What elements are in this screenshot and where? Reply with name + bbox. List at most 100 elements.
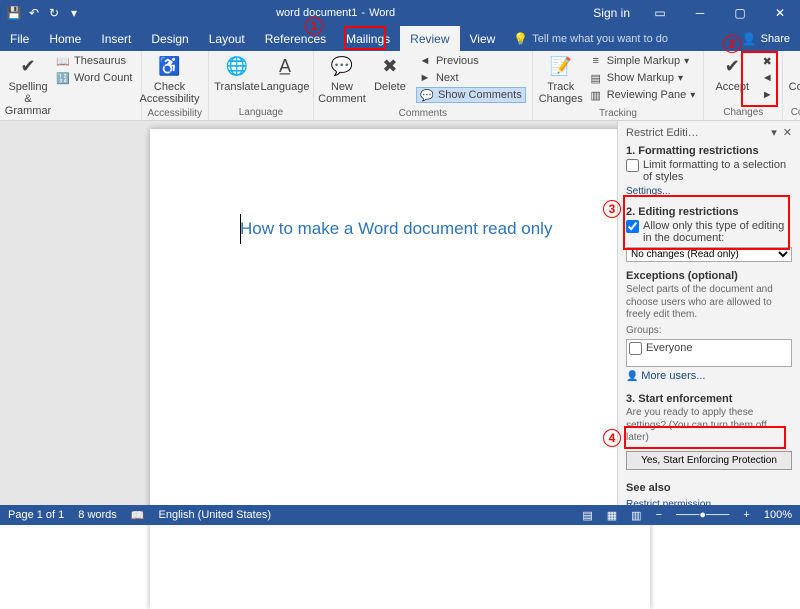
reject-button[interactable]: ✖ [758,53,776,69]
status-words[interactable]: 8 words [78,509,117,521]
prev-comment-button[interactable]: ◄Previous [416,53,526,69]
close-icon[interactable]: ✕ [760,0,800,26]
new-comment-button[interactable]: 💬NewComment [320,53,364,107]
formatting-restrictions-title: 1. Formatting restrictions [626,145,792,157]
pane-dropdown-icon[interactable]: ▾ [771,126,777,139]
pane-close-icon[interactable]: ✕ [783,126,792,139]
ribbon: ✔Spelling &Grammar 📖Thesaurus 🔢Word Coun… [0,51,800,121]
track-icon: 📝 [549,55,573,79]
signin-link[interactable]: Sign in [583,6,640,20]
tab-review[interactable]: Review [400,26,459,51]
ribbon-tabs: File Home Insert Design Layout Reference… [0,26,800,51]
zoom-level[interactable]: 100% [764,509,792,521]
check-accessibility-button[interactable]: ♿CheckAccessibility [148,53,192,107]
zoom-in-icon[interactable]: + [743,509,749,521]
view-web-icon[interactable]: ▥ [631,509,641,522]
compare-button[interactable]: ⇄Compare [789,53,800,95]
exceptions-text: Select parts of the document and choose … [626,284,792,322]
editing-restrictions-title: 2. Editing restrictions [626,206,792,218]
zoom-out-icon[interactable]: − [656,509,662,521]
group-compare: ⇄Compare Compare [783,51,800,120]
group-changes: ✔Accept ✖ ◄ ► Changes [704,51,783,120]
tab-home[interactable]: Home [39,26,91,51]
thesaurus-button[interactable]: 📖Thesaurus [54,53,135,69]
show-markup-button[interactable]: ▤Show Markup ▾ [587,70,698,86]
show-comments-button[interactable]: 💬Show Comments [416,87,526,103]
window-title: word document1 - Word [88,7,583,19]
undo-icon[interactable]: ↶ [26,5,42,21]
view-print-icon[interactable]: ▦ [607,509,617,522]
start-enforcement-title: 3. Start enforcement [626,393,792,405]
quick-access-toolbar: 💾 ↶ ↻ ▾ [0,5,88,21]
zoom-slider[interactable]: ───●─── [676,509,729,521]
next-change-button[interactable]: ► [758,87,776,103]
editing-type-select[interactable]: No changes (Read only) [626,247,792,262]
everyone-checkbox[interactable]: Everyone [629,342,789,355]
tell-me-search[interactable]: 💡 Tell me what you want to do [513,26,668,51]
doc-name: word document1 [276,7,357,19]
delete-comment-button[interactable]: ✖Delete [368,53,412,95]
spelling-button[interactable]: ✔Spelling &Grammar [6,53,50,119]
group-language: 🌐Translate A̲Language Language [209,51,314,120]
tab-mailings[interactable]: Mailings [336,26,400,51]
status-bar: Page 1 of 1 8 words 📖 English (United St… [0,505,800,525]
markup-dropdown[interactable]: ≡Simple Markup ▾ [587,53,698,69]
tab-insert[interactable]: Insert [91,26,141,51]
restrict-editing-pane: Restrict Editi… ▾ ✕ 1. Formatting restri… [617,121,800,505]
group-proofing: ✔Spelling &Grammar 📖Thesaurus 🔢Word Coun… [0,51,142,120]
next-change-icon: ► [760,88,774,102]
app-name: Word [369,7,395,19]
thesaurus-icon: 📖 [56,54,70,68]
wordcount-button[interactable]: 🔢Word Count [54,70,135,86]
accept-button[interactable]: ✔Accept [710,53,754,95]
prev-change-button[interactable]: ◄ [758,70,776,86]
tab-design[interactable]: Design [141,26,198,51]
accessibility-icon: ♿ [158,55,182,79]
document-page[interactable]: How to make a Word document read only [150,129,650,609]
start-enforcing-button[interactable]: Yes, Start Enforcing Protection [626,451,792,470]
track-changes-button[interactable]: 📝TrackChanges [539,53,583,107]
title-bar: 💾 ↶ ↻ ▾ word document1 - Word Sign in ▭ … [0,0,800,26]
formatting-settings-link[interactable]: Settings... [626,186,670,197]
reviewing-pane-button[interactable]: ▥Reviewing Pane ▾ [587,87,698,103]
view-read-icon[interactable]: ▤ [582,509,592,522]
status-page[interactable]: Page 1 of 1 [8,509,64,521]
wordcount-icon: 🔢 [56,71,70,85]
next-icon: ► [418,71,432,85]
translate-button[interactable]: 🌐Translate [215,53,259,95]
language-button[interactable]: A̲Language [263,53,307,95]
restore-icon[interactable]: ▢ [720,0,760,26]
translate-icon: 🌐 [225,55,249,79]
group-tracking: 📝TrackChanges ≡Simple Markup ▾ ▤Show Mar… [533,51,705,120]
tab-view[interactable]: View [460,26,506,51]
tab-layout[interactable]: Layout [199,26,255,51]
limit-formatting-checkbox[interactable]: Limit formatting to a selection of style… [626,159,792,183]
start-enforcement-text: Are you ready to apply these settings? (… [626,407,792,445]
group-comments: 💬NewComment ✖Delete ◄Previous ►Next 💬Sho… [314,51,533,120]
reviewpane-icon: ▥ [589,88,603,102]
ribbon-options-icon[interactable]: ▭ [640,0,680,26]
allow-editing-checkbox[interactable]: Allow only this type of editing in the d… [626,220,792,244]
next-comment-button[interactable]: ►Next [416,70,526,86]
redo-icon[interactable]: ↻ [46,5,62,21]
spelling-icon: ✔ [16,55,40,79]
proofing-status-icon[interactable]: 📖 [131,509,145,522]
save-icon[interactable]: 💾 [6,5,22,21]
more-users-link[interactable]: 👤 More users... [626,370,705,382]
minimize-icon[interactable]: ─ [680,0,720,26]
pane-title: Restrict Editi… ▾ ✕ [626,126,792,139]
status-language[interactable]: English (United States) [159,509,272,521]
groups-listbox[interactable]: Everyone [626,339,792,367]
prev-change-icon: ◄ [760,71,774,85]
customize-qat-icon[interactable]: ▾ [66,5,82,21]
exceptions-title: Exceptions (optional) [626,270,792,282]
share-button[interactable]: 👤 Share [732,26,800,51]
group-accessibility: ♿CheckAccessibility Accessibility [142,51,209,120]
delete-icon: ✖ [378,55,402,79]
tab-file[interactable]: File [0,26,39,51]
tab-references[interactable]: References [255,26,336,51]
language-icon: A̲ [273,55,297,79]
see-also-title: See also [626,482,792,494]
document-heading: How to make a Word document read only [240,219,560,239]
prev-icon: ◄ [418,54,432,68]
